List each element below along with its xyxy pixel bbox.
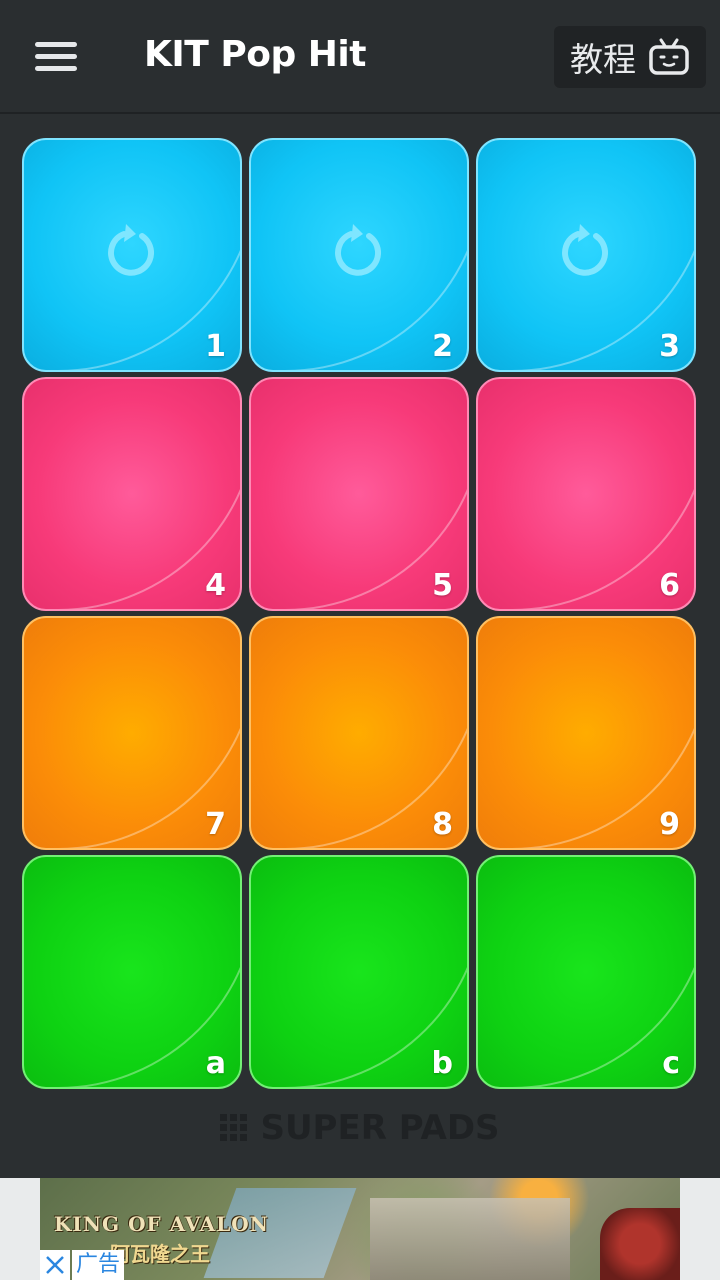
pad-5[interactable]: 5 <box>249 377 469 611</box>
pad-3[interactable]: 3 <box>476 138 696 372</box>
ad-castle-image <box>370 1198 570 1280</box>
loop-icon <box>108 224 154 276</box>
tutorial-label: 教程 <box>570 40 636 79</box>
loop-icon <box>335 224 381 276</box>
pad-key-label: 6 <box>659 568 680 603</box>
pad-key-label: b <box>431 1046 453 1081</box>
ad-label: 广告 <box>72 1250 125 1280</box>
pad-key-label: 2 <box>432 329 453 364</box>
pad-a[interactable]: a <box>22 855 242 1089</box>
pad-c[interactable]: c <box>476 855 696 1089</box>
kit-title: KIT Pop Hit <box>144 34 366 75</box>
pad-key-label: 7 <box>205 807 226 842</box>
pad-1[interactable]: 1 <box>22 138 242 372</box>
pad-4[interactable]: 4 <box>22 377 242 611</box>
pad-key-label: 8 <box>432 807 453 842</box>
pad-grid: 1 2 3 4 5 6 7 8 9 a b c <box>22 138 696 1089</box>
ad-title: KING OF AVALON <box>54 1212 269 1236</box>
ad-banner[interactable]: KING OF AVALON 阿瓦隆之王 <box>40 1178 680 1280</box>
pad-b[interactable]: b <box>249 855 469 1089</box>
super-pads-label: SUPER PADS <box>260 1108 500 1148</box>
loop-icon <box>562 224 608 276</box>
tv-icon <box>649 38 689 75</box>
pad-key-label: 4 <box>205 568 226 603</box>
close-icon[interactable] <box>40 1250 70 1280</box>
pad-key-label: 5 <box>432 568 453 603</box>
ad-subtitle: 阿瓦隆之王 <box>110 1242 210 1266</box>
pad-key-label: 9 <box>659 807 680 842</box>
pad-6[interactable]: 6 <box>476 377 696 611</box>
hamburger-menu-icon[interactable] <box>28 30 84 82</box>
pad-9[interactable]: 9 <box>476 616 696 850</box>
grid-icon <box>220 1114 248 1141</box>
pad-key-label: a <box>205 1046 226 1081</box>
pad-key-label: 3 <box>659 329 680 364</box>
pad-2[interactable]: 2 <box>249 138 469 372</box>
pad-8[interactable]: 8 <box>249 616 469 850</box>
pad-key-label: c <box>662 1046 680 1081</box>
tutorial-button[interactable]: 教程 <box>554 26 706 88</box>
ad-dragon-image <box>600 1208 680 1280</box>
pad-key-label: 1 <box>205 329 226 364</box>
top-bar: KIT Pop Hit 教程 <box>0 0 720 114</box>
pad-7[interactable]: 7 <box>22 616 242 850</box>
super-pads-button[interactable]: SUPER PADS <box>0 1106 720 1150</box>
